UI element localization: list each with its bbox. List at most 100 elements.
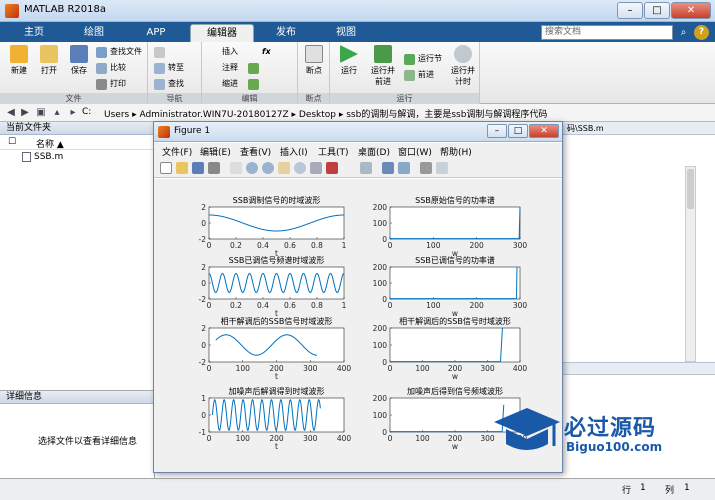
x-tick-label: 0.2 bbox=[230, 241, 242, 250]
up-folder-icon[interactable]: ▴ bbox=[50, 106, 64, 120]
bookmark-icon bbox=[154, 47, 165, 58]
new-button[interactable]: 新建 bbox=[4, 45, 34, 76]
zoom-out-icon[interactable] bbox=[262, 162, 274, 174]
x-tick-label: 0.6 bbox=[284, 301, 296, 310]
edit-plot-icon[interactable] bbox=[230, 162, 242, 174]
save-figure-icon[interactable] bbox=[192, 162, 204, 174]
hide-tools-icon[interactable] bbox=[420, 162, 432, 174]
drive-label[interactable]: C: bbox=[82, 107, 91, 117]
minimize-button[interactable]: – bbox=[617, 2, 643, 19]
tab-view[interactable]: 视图 bbox=[318, 24, 374, 42]
subplot-title: 相干解调后的SSB信号时域波形 bbox=[221, 316, 333, 326]
browse-icon[interactable]: ▸ bbox=[66, 106, 80, 120]
new-figure-icon[interactable] bbox=[160, 162, 172, 174]
print-button[interactable]: 打印 bbox=[96, 77, 126, 91]
run-section-button[interactable]: 运行节 bbox=[404, 52, 442, 66]
maximize-button[interactable]: □ bbox=[644, 2, 670, 19]
help-icon[interactable]: ? bbox=[694, 25, 709, 40]
y-tick-label: 1 bbox=[201, 394, 206, 403]
tab-publish[interactable]: 发布 bbox=[258, 24, 314, 42]
menu-desktop[interactable]: 桌面(D) bbox=[358, 145, 390, 158]
open-button[interactable]: 打开 bbox=[34, 45, 64, 76]
tab-apps[interactable]: APP bbox=[126, 24, 186, 42]
bookmark-button[interactable] bbox=[154, 45, 168, 59]
menu-file[interactable]: 文件(F) bbox=[162, 145, 192, 158]
open-file-icon[interactable] bbox=[176, 162, 188, 174]
run-and-time-button[interactable]: 运行并 计时 bbox=[448, 45, 478, 87]
y-tick-label: 200 bbox=[373, 203, 388, 212]
forward-arrow-icon[interactable]: ▶ bbox=[18, 106, 32, 120]
menu-insert[interactable]: 插入(I) bbox=[280, 145, 308, 158]
tab-plots[interactable]: 绘图 bbox=[66, 24, 122, 42]
y-tick-label: 200 bbox=[373, 324, 388, 333]
run-and-advance-button[interactable]: 运行并 前进 bbox=[368, 45, 398, 87]
menu-view[interactable]: 查看(V) bbox=[240, 145, 271, 158]
menu-window[interactable]: 窗口(W) bbox=[398, 145, 432, 158]
scrollbar-thumb[interactable] bbox=[687, 169, 694, 209]
breakpoints-button[interactable]: 断点 bbox=[299, 45, 329, 76]
run-button[interactable]: 运行 bbox=[334, 45, 364, 76]
advance-button[interactable]: 前进 bbox=[404, 68, 434, 82]
dock-icon[interactable] bbox=[436, 162, 448, 174]
data-cursor-icon[interactable] bbox=[310, 162, 322, 174]
rotate-3d-icon[interactable] bbox=[294, 162, 306, 174]
timer-icon bbox=[454, 45, 472, 63]
m-file-icon bbox=[22, 152, 31, 162]
details-hint: 选择文件以查看详细信息 bbox=[38, 437, 138, 447]
menu-tools[interactable]: 工具(T) bbox=[318, 145, 349, 158]
goto-button[interactable]: 转至 bbox=[154, 61, 184, 75]
x-tick-label: 300 bbox=[303, 434, 318, 443]
figure-maximize-button[interactable]: □ bbox=[508, 124, 528, 138]
file-list-item[interactable]: SSB.m bbox=[0, 150, 154, 164]
find-files-button[interactable]: 查找文件 bbox=[96, 45, 142, 59]
col-label: 列 bbox=[665, 486, 675, 496]
tab-home[interactable]: 主页 bbox=[6, 24, 62, 42]
status-bar: 行 1 列 1 bbox=[0, 478, 715, 500]
ribbon: 新建 打开 保存 查找文件 比较 打印 文件 转至 查找 导航 插入 注释 缩进… bbox=[0, 42, 715, 104]
comment-toggle-button[interactable] bbox=[248, 61, 262, 75]
close-button[interactable]: ✕ bbox=[671, 2, 711, 19]
tab-editor[interactable]: 编辑器 bbox=[190, 24, 254, 42]
search-icon[interactable]: ⌕ bbox=[676, 25, 691, 40]
insert-button[interactable]: 插入 bbox=[208, 45, 238, 59]
command-window-strip bbox=[555, 362, 715, 375]
subplot-axes bbox=[208, 397, 345, 433]
indent-toggle-button[interactable] bbox=[248, 77, 262, 91]
y-tick-label: -2 bbox=[199, 358, 207, 367]
link-plot-icon[interactable] bbox=[360, 162, 372, 174]
x-tick-label: 300 bbox=[513, 301, 528, 310]
subplot-axes bbox=[389, 206, 521, 240]
indent-button[interactable]: 缩进 bbox=[208, 77, 238, 91]
y-tick-label: 100 bbox=[373, 341, 388, 350]
find-button[interactable]: 查找 bbox=[154, 77, 184, 91]
legend-icon[interactable] bbox=[398, 162, 410, 174]
subplot-title: 相干解调后的SSB信号时域波形 bbox=[399, 316, 511, 326]
y-tick-label: 0 bbox=[382, 235, 387, 244]
x-tick-label: 100 bbox=[236, 434, 251, 443]
compare-button[interactable]: 比较 bbox=[96, 61, 126, 75]
editor-scrollbar[interactable] bbox=[685, 166, 696, 362]
fx-button[interactable]: fx bbox=[248, 45, 271, 59]
column-name-header[interactable]: 名称 ▲ bbox=[36, 137, 64, 150]
editor-tab[interactable]: 码\SSB.m bbox=[565, 124, 604, 133]
print-figure-icon[interactable] bbox=[208, 162, 220, 174]
colorbar-icon[interactable] bbox=[382, 162, 394, 174]
search-docs-input[interactable]: 搜索文档 bbox=[541, 25, 673, 40]
column-checkbox-icon[interactable]: ☐ bbox=[8, 137, 16, 147]
window-title: MATLAB R2018a bbox=[24, 4, 107, 15]
pan-hand-icon[interactable] bbox=[278, 162, 290, 174]
folder-icon[interactable]: ▣ bbox=[34, 106, 48, 120]
details-title: 详细信息 bbox=[0, 391, 154, 404]
current-path[interactable]: Users ▸ Administrator.WIN7U-20180127Z ▸ … bbox=[104, 107, 547, 120]
brush-icon[interactable] bbox=[326, 162, 338, 174]
figure-minimize-button[interactable]: – bbox=[487, 124, 507, 138]
back-arrow-icon[interactable]: ◀ bbox=[4, 106, 18, 120]
menu-edit[interactable]: 编辑(E) bbox=[200, 145, 231, 158]
comment-button[interactable]: 注释 bbox=[208, 61, 238, 75]
save-button[interactable]: 保存 bbox=[64, 45, 94, 76]
ribbon-group-file: 新建 打开 保存 查找文件 比较 打印 文件 bbox=[0, 42, 148, 104]
menu-help[interactable]: 帮助(H) bbox=[440, 145, 472, 158]
address-bar: ◀ ▶ ▣ ▴ ▸ C: Users ▸ Administrator.WIN7U… bbox=[0, 104, 715, 122]
zoom-in-icon[interactable] bbox=[246, 162, 258, 174]
figure-close-button[interactable]: ✕ bbox=[529, 124, 559, 138]
